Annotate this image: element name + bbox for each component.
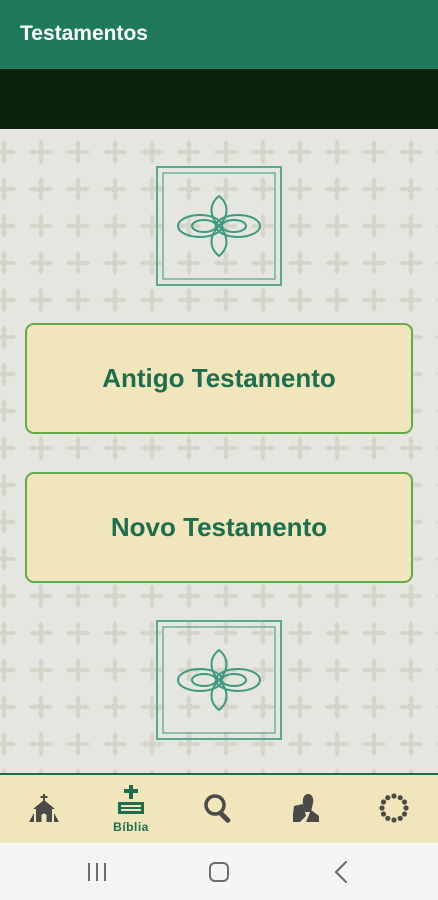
nav-item-bible[interactable]: Bíblia	[96, 775, 166, 843]
page-title: Testamentos	[20, 22, 148, 45]
rosary-icon	[379, 793, 409, 823]
nav-label-bible: Bíblia	[113, 820, 149, 834]
nav-item-rosary[interactable]	[359, 775, 429, 843]
nav-item-prayer[interactable]	[271, 775, 341, 843]
banner-area	[0, 69, 438, 129]
ornament-frame-top	[156, 166, 282, 286]
ornament-frame-bottom	[156, 620, 282, 740]
system-navigation-bar	[0, 843, 438, 900]
app-bar: Testamentos	[0, 0, 438, 69]
search-icon	[204, 794, 231, 823]
recent-apps-icon[interactable]	[77, 857, 117, 887]
new-testament-button[interactable]: Novo Testamento	[25, 472, 413, 583]
bible-icon	[118, 785, 144, 814]
nav-item-church[interactable]	[9, 775, 79, 843]
nav-item-search[interactable]	[184, 775, 254, 843]
church-icon	[29, 794, 59, 822]
bottom-navigation: Bíblia	[0, 773, 438, 843]
praying-hands-icon	[293, 794, 319, 822]
old-testament-button[interactable]: Antigo Testamento	[25, 323, 413, 434]
content-area: Antigo Testamento Novo Testamento	[0, 129, 438, 774]
home-icon[interactable]	[199, 857, 239, 887]
back-icon[interactable]	[321, 857, 361, 887]
